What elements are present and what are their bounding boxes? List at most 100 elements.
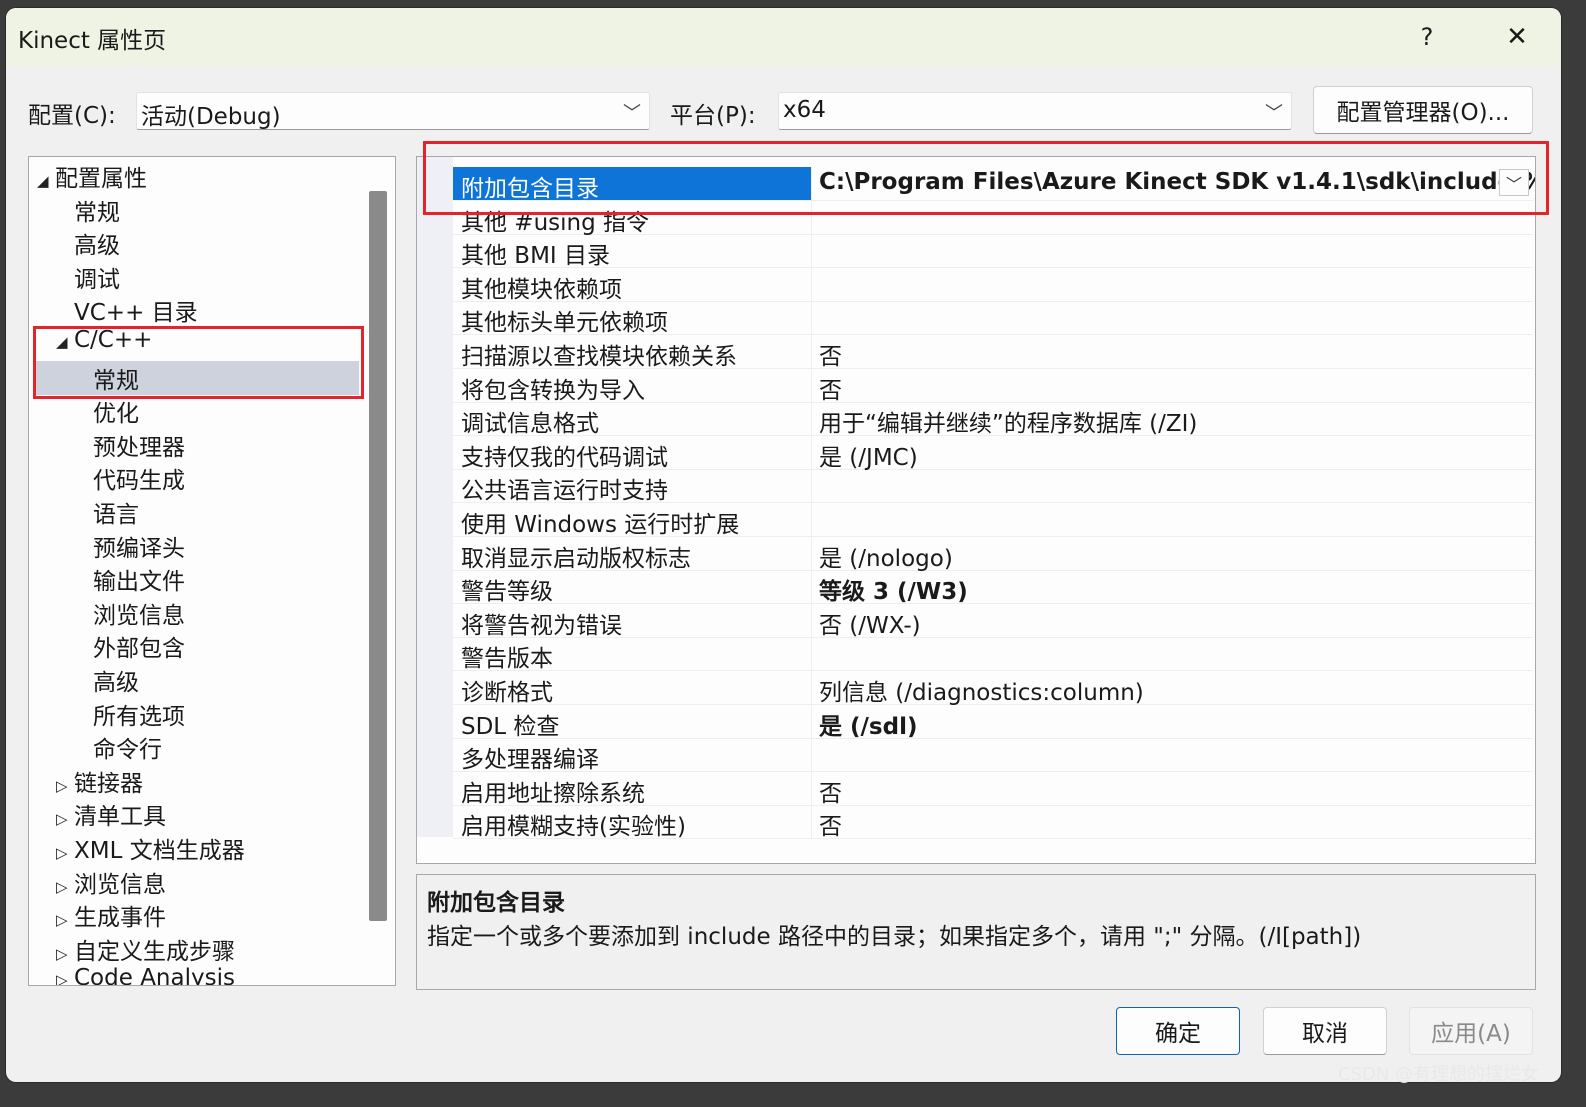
expand-arrow-icon[interactable]: ▷ [56,777,74,795]
tree-item-label: 优化 [93,401,139,428]
tree-item[interactable]: 常规 [56,193,367,227]
tree-item[interactable]: 高级 [56,226,367,260]
property-row[interactable]: SDL 检查 是 (/sdl) [453,704,1533,740]
property-row[interactable]: 警告等级 等级 3 (/W3) [453,570,1533,606]
ok-button[interactable]: 确定 [1116,1007,1240,1055]
property-name: 扫描源以查找模块依赖关系 [461,344,737,370]
tree-item[interactable]: 调试 [56,260,367,294]
property-row[interactable]: 将警告视为错误 否 (/WX-) [453,603,1533,639]
tree-item-label: 代码生成 [93,468,185,495]
property-name: 取消显示启动版权标志 [461,545,691,572]
tree-item-label: 链接器 [74,770,143,797]
window-title: Kinect 属性页 [18,28,167,54]
property-value: 是 (/JMC) [819,444,918,471]
tree-item[interactable]: 语言 [75,495,367,529]
config-combobox[interactable]: 活动(Debug) ﹀ [136,92,650,130]
tree-item[interactable]: ▷ 链接器 [56,764,367,798]
property-row[interactable]: 多处理器编译 [453,738,1533,774]
column-divider [811,402,812,436]
tree-item[interactable]: VC++ 目录 [56,293,367,327]
property-grid[interactable]: 附加包含目录 C:\Program Files\Azure Kinect SDK … [416,156,1536,864]
tree-item[interactable]: 外部包含 [75,629,367,663]
property-row[interactable]: 支持仅我的代码调试 是 (/JMC) [453,435,1533,471]
config-label: 配置(C): [28,103,116,129]
property-row[interactable]: 其他模块依赖项 [453,267,1533,303]
tree-item[interactable]: 所有选项 [75,697,367,731]
apply-button[interactable]: 应用(A) [1409,1007,1533,1055]
property-row[interactable]: 扫描源以查找模块依赖关系 否 [453,335,1533,370]
property-name: 诊断格式 [461,680,553,706]
config-manager-button[interactable]: 配置管理器(O)... [1313,86,1533,134]
tree-item[interactable]: ▷ 生成事件 [56,898,367,932]
property-row[interactable]: 其他 BMI 目录 [453,234,1533,269]
platform-combobox[interactable]: x64 ﹀ [778,92,1292,130]
tree-item[interactable]: 命令行 [75,730,367,764]
column-divider [811,368,812,402]
expand-arrow-icon[interactable]: ▷ [56,945,74,963]
expand-arrow-icon[interactable]: ▷ [56,911,74,929]
property-pages-dialog: Kinect 属性页 ? ✕ 配置(C): 活动(Debug) ﹀ 平台(P):… [6,8,1561,1082]
property-row[interactable]: 调试信息格式 用于“编辑并继续”的程序数据库 (/ZI) [453,402,1533,437]
property-row[interactable]: 警告版本 [453,637,1533,673]
tree-item[interactable]: 输出文件 [75,562,367,596]
tree-item-label: 自定义生成步骤 [74,938,235,965]
tree-item[interactable]: ▷ XML 文档生成器 [56,831,367,865]
property-value: 否 [819,377,842,404]
tree-item[interactable]: 预编译头 [75,529,367,563]
property-row[interactable]: 取消显示启动版权标志 是 (/nologo) [453,536,1533,572]
tree-item[interactable]: ◢ 配置属性 [37,159,367,193]
tree-item-label: XML 文档生成器 [74,838,245,864]
tree-item[interactable]: ▷ Code Analysis [56,965,367,985]
property-name: 警告版本 [461,646,553,673]
expand-arrow-icon[interactable]: ▷ [56,844,74,862]
tree-scrollbar-thumb[interactable] [369,191,387,921]
tree-item[interactable]: 预处理器 [75,428,367,462]
column-divider [811,637,812,671]
property-row[interactable]: 公共语言运行时支持 [453,469,1533,504]
tree-item[interactable]: ▷ 清单工具 [56,797,367,831]
property-value: 等级 3 (/W3) [819,579,968,606]
property-name: 使用 Windows 运行时扩展 [461,512,740,538]
tree-item-label: 浏览信息 [93,602,185,629]
property-row[interactable]: 使用 Windows 运行时扩展 [453,503,1533,538]
expand-arrow-icon[interactable]: ▷ [56,810,74,828]
property-name: 将警告视为错误 [461,612,622,639]
property-value: 是 (/sdl) [819,713,918,740]
tree-item[interactable]: ▷ 浏览信息 [56,865,367,899]
column-divider [811,738,812,772]
highlight-box-include-dirs [423,141,1549,215]
column-divider [811,704,812,738]
column-divider [811,771,812,805]
property-row[interactable]: 其他标头单元依赖项 [453,301,1533,336]
tree-item-label: 高级 [74,233,120,260]
tree-item-label: 所有选项 [93,703,185,730]
tree-item[interactable]: 优化 [75,394,367,428]
property-row[interactable]: 将包含转换为导入 否 [453,368,1533,404]
property-row[interactable]: 启用模糊支持(实验性) 否 [453,805,1533,840]
property-value: 否 [819,780,842,807]
help-button[interactable]: ? [1406,16,1448,58]
column-divider [811,503,812,536]
property-row[interactable]: 启用地址擦除系统 否 [453,771,1533,807]
tree-item[interactable]: 浏览信息 [75,596,367,630]
tree-item[interactable]: 代码生成 [75,461,367,495]
tree-item-label: 浏览信息 [74,871,166,898]
property-tree[interactable]: ◢ 配置属性 常规 高级 调试 VC++ 目录 ◢ C/C++ 常规 优化 预处理器 代码生成 语言 预编… [28,156,396,986]
tree-item[interactable]: 高级 [75,663,367,697]
column-divider [811,805,812,839]
expand-arrow-icon[interactable]: ▷ [56,971,74,985]
property-name: 多处理器编译 [461,747,599,774]
column-divider [811,234,812,268]
collapse-arrow-icon[interactable]: ◢ [37,172,55,190]
close-button[interactable]: ✕ [1496,16,1538,58]
tree-item-label: 外部包含 [93,636,185,663]
expand-arrow-icon[interactable]: ▷ [56,878,74,896]
property-row[interactable]: 诊断格式 列信息 (/diagnostics:column) [453,671,1533,706]
tree-item[interactable]: ▷ 自定义生成步骤 [56,932,367,966]
property-value: 否 (/WX-) [819,612,921,639]
platform-label: 平台(P): [670,103,756,129]
tree-item-label: 调试 [74,266,120,293]
cancel-button[interactable]: 取消 [1263,1007,1387,1055]
property-value: 是 (/nologo) [819,545,953,572]
tree-item-label: 高级 [93,670,139,696]
